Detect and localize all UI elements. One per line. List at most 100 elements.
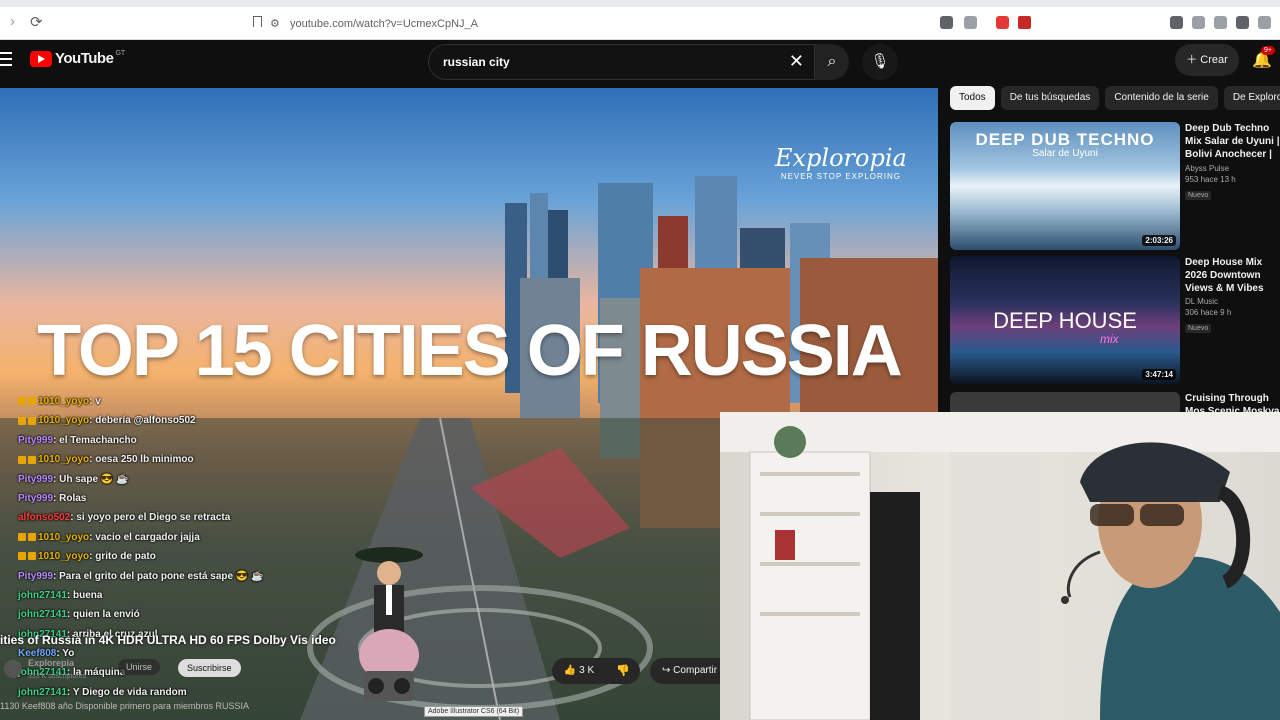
chat-username[interactable]: 1010_yoyo (38, 454, 89, 465)
menu-icon[interactable] (0, 52, 12, 70)
create-button[interactable]: ＋ Crear (1175, 44, 1239, 76)
reload-icon[interactable]: ⟳ (30, 13, 43, 31)
chat-text: : oesa 250 lb minimoo (89, 454, 194, 466)
mic-icon: 🎙 (870, 53, 890, 70)
chat-username[interactable]: Pity999 (18, 435, 53, 446)
chat-username[interactable]: Pity999 (18, 474, 53, 485)
chat-message: Pity999: Rolas (0, 489, 440, 508)
extension-icon[interactable] (996, 16, 1009, 29)
chat-text: : grito de pato (89, 551, 156, 563)
chat-username[interactable]: john27141 (18, 687, 67, 698)
chat-username[interactable]: john27141 (18, 590, 67, 601)
recommendation-thumbnail[interactable]: DEEP HOUSE mix 3:47:14 (950, 256, 1180, 384)
recommendation-item[interactable]: DEEP DUB TECHNO Salar de Uyuni 2:03:26 D… (950, 122, 1280, 254)
duration-badge: 2:03:26 (1142, 235, 1176, 246)
chat-username[interactable]: john27141 (18, 609, 67, 620)
site-info-icon[interactable]: ⚙ (270, 13, 280, 35)
chat-text: : Uh sape 😎 ☕ (53, 473, 129, 485)
chat-message: Pity999: el Temachancho (0, 431, 440, 450)
refresh-ext-icon[interactable] (1214, 16, 1227, 29)
forward-icon[interactable]: › (10, 13, 15, 30)
video-description-line: 1130 Keef808 año Disponible primero para… (0, 701, 249, 711)
profile-icon[interactable] (1258, 16, 1271, 29)
search-box[interactable]: ✕ (428, 44, 815, 80)
bookmark-icon[interactable] (253, 16, 262, 27)
filter-chips: Todos De tus búsquedas Contenido de la ser… (950, 86, 1280, 112)
recommendation-channel[interactable]: DL Music (1185, 297, 1280, 306)
recommendation-item[interactable]: DEEP HOUSE mix 3:47:14 Deep House Mix 20… (950, 256, 1280, 388)
address-bar[interactable]: ⚙ youtube.com/watch?v=UcmexCpNJ_A (270, 13, 1040, 35)
translate-icon[interactable] (940, 16, 953, 29)
chat-badge-icon (18, 533, 26, 542)
logo-text: YouTube (55, 50, 114, 67)
puzzle-icon[interactable] (1192, 16, 1205, 29)
chat-username[interactable]: Pity999 (18, 493, 53, 504)
recommendation-channel[interactable]: Abyss Pulse (1185, 164, 1280, 173)
search-input[interactable] (441, 54, 775, 70)
chip-todos[interactable]: Todos (950, 86, 995, 110)
video-title: ities of Russia in 4K HDR ULTRA HD 60 FP… (0, 633, 336, 647)
chip-de-tus-busquedas[interactable]: De tus búsquedas (1000, 86, 1100, 110)
youtube-play-icon (30, 50, 52, 67)
chat-username[interactable]: 1010_yoyo (38, 415, 89, 426)
create-label: Crear (1200, 54, 1228, 66)
subscriber-count: 333 K suscriptores (28, 673, 86, 680)
recommendation-title[interactable]: Deep House Mix 2026 Downtown Views & M V… (1185, 256, 1280, 295)
webcam-scene (720, 412, 1280, 720)
chat-username[interactable]: 1010_yoyo (38, 532, 89, 543)
chip-contenido-serie[interactable]: Contenido de la serie (1105, 86, 1218, 110)
brand-tagline: NEVER STOP EXPLORING (780, 172, 901, 181)
duration-badge: 3:47:14 (1142, 369, 1176, 380)
extensions-icon[interactable] (1170, 16, 1183, 29)
chat-message: 1010_yoyo: v (0, 392, 440, 411)
voice-search-button[interactable]: 🎙 (862, 44, 898, 80)
chat-message: alfonso502: si yoyo pero el Diego se ret… (0, 508, 440, 527)
search-icon: ⌕ (827, 53, 837, 70)
chat-text: : Y Diego de vida random (66, 686, 187, 698)
search-button[interactable]: ⌕ (815, 44, 849, 80)
sidebar-icon[interactable] (1236, 16, 1249, 29)
chat-text: : el Temachancho (53, 434, 137, 446)
recommendation-title[interactable]: Deep Dub Techno Mix Salar de Uyuni | Bol… (1185, 122, 1280, 162)
dislike-button[interactable]: 👎 (606, 658, 640, 684)
thumbnail-text: DEEP DUB TECHNO (975, 130, 1155, 149)
channel-name[interactable]: Explorepia (28, 658, 74, 668)
chat-badge-icon (18, 455, 26, 464)
thumbnail-subtext: mix (1100, 332, 1119, 346)
chat-badge-icon (18, 416, 26, 425)
thumbnail-subtext: Salar de Uyuni (1032, 148, 1098, 159)
chat-text: : si yoyo pero el Diego se retracta (70, 512, 231, 524)
chip-de-exploropia[interactable]: De Explorop (1223, 86, 1280, 110)
share-button[interactable]: ↪ Compartir (650, 658, 724, 684)
cast-icon[interactable] (964, 16, 977, 29)
new-badge: Nuevo (1185, 191, 1212, 200)
subscribe-button[interactable]: Suscribirse (178, 659, 241, 677)
thumbs-down-icon: 👎 (616, 665, 630, 677)
chat-badge-icon (18, 552, 26, 561)
chat-message: Pity999: Uh sape 😎 ☕ (0, 470, 440, 489)
chat-username[interactable]: 1010_yoyo (38, 551, 89, 562)
new-badge: Nuevo (1185, 324, 1212, 333)
thumbnail-brand: Exploropia NEVER STOP EXPLORING (775, 144, 907, 181)
taskbar-tooltip: Adobe Illustrator CS6 (64 Bit) (424, 706, 524, 717)
share-icon: ↪ (662, 665, 671, 676)
chat-message: 1010_yoyo: debería @alfonso502 (0, 411, 440, 430)
join-button[interactable]: Unirse (118, 659, 161, 675)
like-count: 3 K (579, 665, 595, 676)
chat-username[interactable]: 1010_yoyo (38, 396, 89, 407)
url-text: youtube.com/watch?v=UcmexCpNJ_A (290, 18, 478, 30)
notifications-button[interactable]: 🔔 9+ (1252, 46, 1275, 70)
like-button[interactable]: 👍 3 K (552, 658, 606, 684)
recommendation-stats: 306 hace 9 h (1185, 308, 1232, 317)
adobe-extension-icon[interactable] (1018, 16, 1031, 29)
brand-name: Exploropia (775, 144, 907, 172)
youtube-logo[interactable]: YouTube GT (30, 50, 125, 67)
chat-badge-icon (28, 397, 36, 406)
clear-search-icon[interactable]: ✕ (789, 51, 804, 72)
recommendation-thumbnail[interactable]: DEEP DUB TECHNO Salar de Uyuni 2:03:26 (950, 122, 1180, 250)
chat-username[interactable]: Pity999 (18, 571, 53, 582)
recommendation-stats: 953 hace 13 h (1185, 175, 1236, 184)
channel-avatar[interactable] (4, 660, 22, 678)
chat-message: 1010_yoyo: oesa 250 lb minimoo (0, 450, 440, 469)
chat-username[interactable]: alfonso502 (18, 512, 70, 523)
